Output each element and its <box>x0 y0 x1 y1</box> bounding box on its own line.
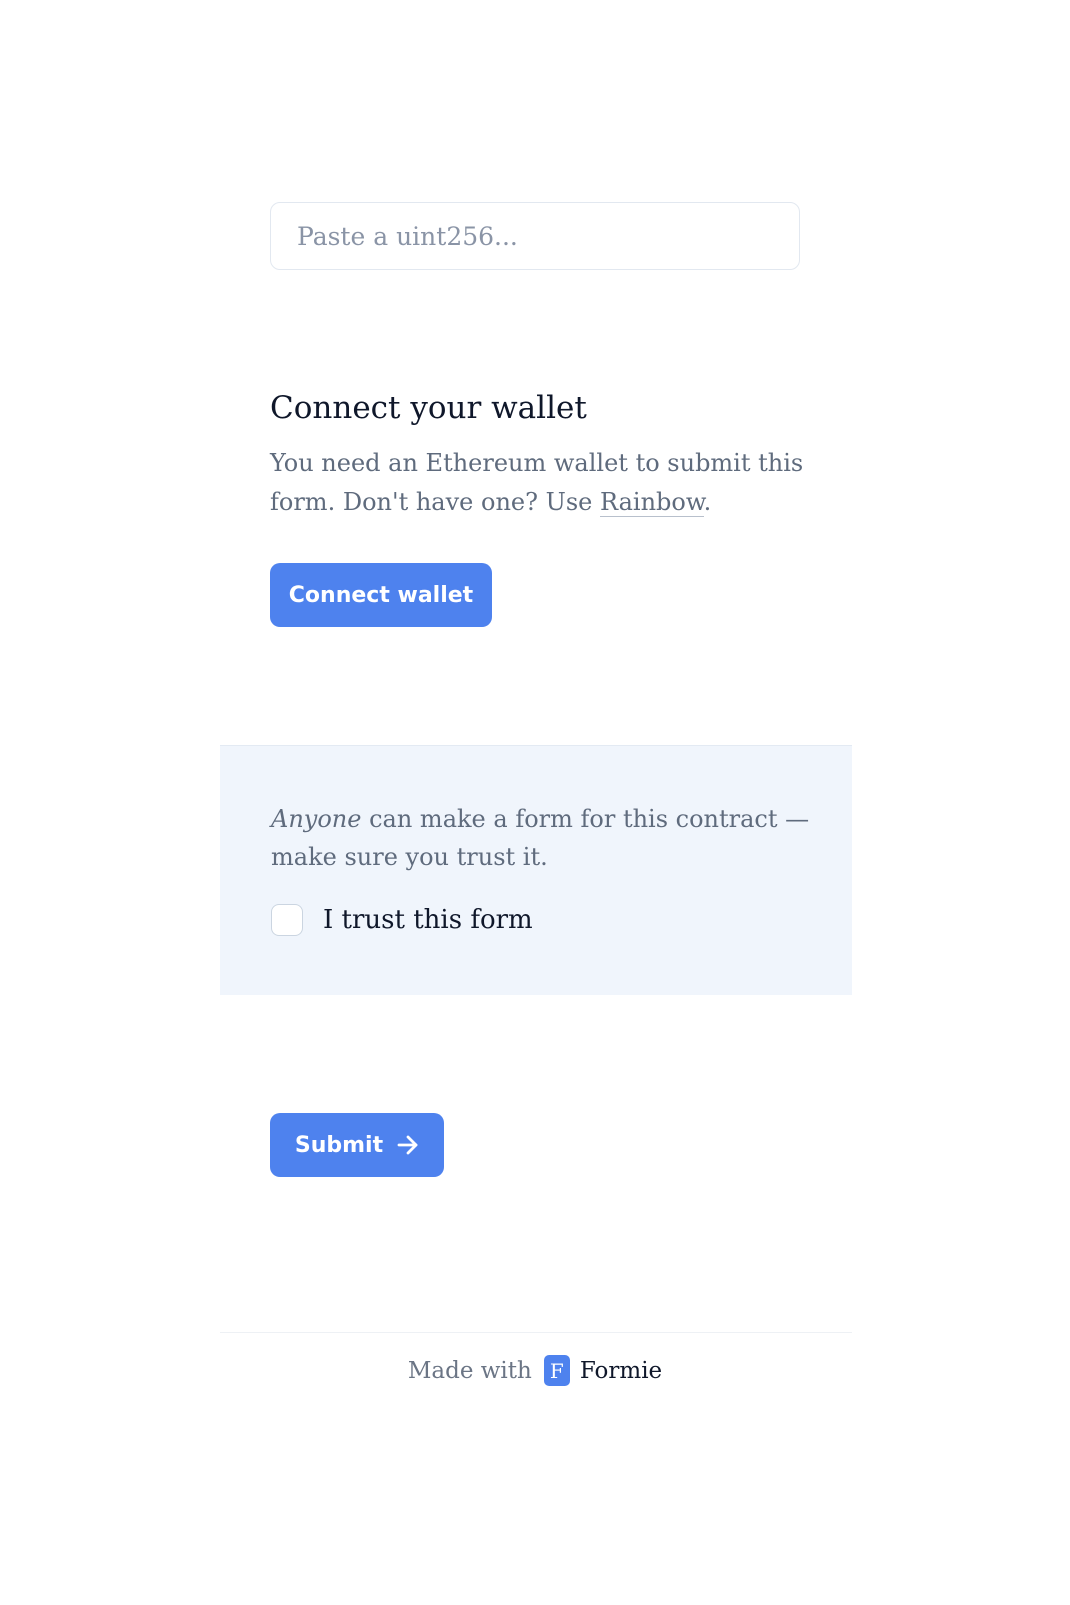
submit-button[interactable]: Submit <box>270 1113 444 1177</box>
rainbow-link[interactable]: Rainbow <box>599 488 704 517</box>
trust-warning-text: Anyone can make a form for this contract… <box>271 800 831 876</box>
wallet-description-period: . <box>703 488 712 516</box>
made-with-text: Made with <box>407 1357 532 1384</box>
trust-warning-emphasis: Anyone <box>271 805 362 833</box>
trust-warning-panel: Anyone can make a form for this contract… <box>220 745 852 995</box>
connect-wallet-description: You need an Ethereum wallet to submit th… <box>270 444 810 522</box>
connect-wallet-heading: Connect your wallet <box>270 390 587 426</box>
trust-checkbox-row[interactable]: I trust this form <box>271 904 533 936</box>
wallet-description-text: You need an Ethereum wallet to submit th… <box>270 449 804 516</box>
trust-checkbox-label[interactable]: I trust this form <box>323 905 533 935</box>
formie-logo-icon: F <box>543 1355 570 1386</box>
uint256-input[interactable] <box>270 202 800 270</box>
trust-checkbox[interactable] <box>271 904 303 936</box>
arrow-right-icon <box>397 1135 419 1155</box>
formie-brand-name: Formie <box>579 1357 663 1384</box>
connect-wallet-button[interactable]: Connect wallet <box>270 563 492 627</box>
submit-button-label: Submit <box>294 1132 384 1158</box>
connect-wallet-button-label: Connect wallet <box>288 582 474 608</box>
formie-brand-link[interactable]: F Formie <box>543 1355 663 1386</box>
footer: Made with F Formie <box>0 1355 1070 1386</box>
footer-divider <box>220 1332 852 1333</box>
